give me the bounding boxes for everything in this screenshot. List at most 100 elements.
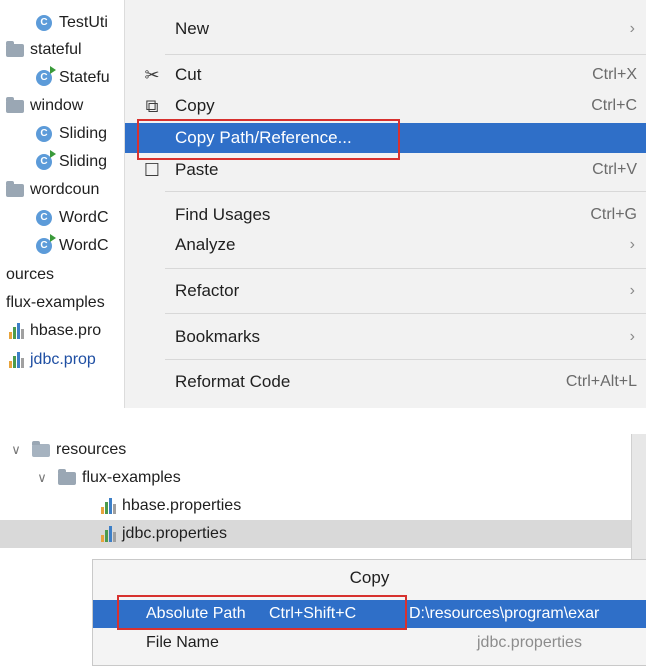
option-label: File Name xyxy=(146,634,219,651)
tree-item-window[interactable]: window xyxy=(6,92,83,120)
menu-item-shortcut: Ctrl+Alt+L xyxy=(565,373,637,390)
project-tree-top: C TestUti stateful C Statefu window C Sl… xyxy=(0,0,124,408)
vertical-scrollbar[interactable] xyxy=(631,434,646,564)
tree-item-wordcount-2[interactable]: C WordC xyxy=(36,232,109,260)
submenu-arrow-icon: › xyxy=(629,328,635,345)
tree-item-label: Sliding xyxy=(59,125,108,142)
menu-item-copy-path-reference[interactable]: Copy Path/Reference... xyxy=(125,123,646,153)
context-menu: New › ✂ Cut Ctrl+X ⧉ Copy Ctrl+C Copy Pa… xyxy=(124,0,646,408)
tree-item-label: Sliding xyxy=(59,153,108,170)
tree-item-label: TestUti xyxy=(59,14,108,31)
tree-item-resources[interactable]: ∨ resources xyxy=(8,436,126,464)
popup-title: Copy xyxy=(349,568,390,587)
runnable-class-icon: C xyxy=(36,234,56,254)
tree-item-flux-examples[interactable]: ∨ flux-examples xyxy=(34,464,181,492)
tree-item-wordcount-1[interactable]: C WordC xyxy=(36,204,109,232)
option-value: D:\resources\program\exar xyxy=(409,605,600,622)
tree-item-jdbc-properties[interactable]: jdbc.properties xyxy=(0,520,631,548)
tree-item-label: resources xyxy=(56,441,127,458)
copy-option-file-name[interactable]: File Name jdbc.properties xyxy=(93,629,646,657)
top-screenshot-panel: C TestUti stateful C Statefu window C Sl… xyxy=(0,0,646,408)
chevron-down-icon: ∨ xyxy=(37,470,47,485)
folder-icon xyxy=(6,40,24,57)
menu-item-shortcut: Ctrl+C xyxy=(591,97,637,114)
submenu-arrow-icon: › xyxy=(629,236,635,253)
properties-file-icon xyxy=(100,498,118,514)
bottom-screenshot-panel: ∨ resources ∨ flux-examples hbase.proper… xyxy=(0,408,646,666)
class-icon: C xyxy=(36,210,52,226)
menu-separator xyxy=(165,313,646,314)
tree-item-label: WordC xyxy=(59,209,109,226)
runnable-class-icon: C xyxy=(36,150,56,170)
menu-item-analyze[interactable]: Analyze › xyxy=(125,230,646,260)
tree-item-label: wordcoun xyxy=(30,181,100,198)
tree-item-label: ources xyxy=(6,266,55,283)
tree-item-sliding-2[interactable]: C Sliding xyxy=(36,148,107,176)
menu-item-refactor[interactable]: Refactor › xyxy=(125,276,646,306)
menu-separator xyxy=(165,191,646,192)
menu-separator xyxy=(165,54,646,55)
tree-item-resources[interactable]: ources xyxy=(6,261,54,289)
tree-item-label: hbase.pro xyxy=(30,322,102,339)
class-icon: C xyxy=(36,126,52,142)
menu-item-label: Paste xyxy=(175,160,219,179)
menu-item-label: Find Usages xyxy=(175,205,271,224)
menu-item-cut[interactable]: ✂ Cut Ctrl+X xyxy=(125,60,646,90)
tree-item-label: stateful xyxy=(30,41,82,58)
option-label: Absolute Path xyxy=(146,605,246,622)
properties-file-icon xyxy=(8,323,26,339)
tree-item-testutil[interactable]: C TestUti xyxy=(36,9,108,37)
option-shortcut: Ctrl+Shift+C xyxy=(269,605,357,622)
scissors-icon: ✂ xyxy=(144,64,160,85)
folder-icon xyxy=(6,180,24,197)
tree-item-jdbc-properties[interactable]: jdbc.prop xyxy=(8,346,96,374)
tree-item-label: WordC xyxy=(59,237,109,254)
menu-separator xyxy=(165,359,646,360)
menu-item-label: Reformat Code xyxy=(175,372,291,391)
menu-item-shortcut: Ctrl+V xyxy=(592,161,637,178)
menu-item-label: New xyxy=(175,19,210,38)
option-value: jdbc.properties xyxy=(477,634,582,651)
menu-item-bookmarks[interactable]: Bookmarks › xyxy=(125,322,646,352)
copy-icon: ⧉ xyxy=(145,95,159,116)
menu-item-new[interactable]: New › xyxy=(125,14,646,44)
resources-folder-icon xyxy=(32,440,50,457)
menu-item-label: Bookmarks xyxy=(175,327,261,346)
tree-item-label: jdbc.prop xyxy=(30,351,96,368)
menu-item-label: Refactor xyxy=(175,281,240,300)
tree-item-stateful-class[interactable]: C Statefu xyxy=(36,64,110,92)
menu-item-label: Copy xyxy=(175,96,215,115)
menu-item-paste[interactable]: ☐ Paste Ctrl+V xyxy=(125,155,646,185)
menu-item-reformat-code[interactable]: Reformat Code Ctrl+Alt+L xyxy=(125,367,646,397)
copy-option-absolute-path[interactable]: Absolute Path Ctrl+Shift+C D:\resources\… xyxy=(93,600,646,628)
menu-item-find-usages[interactable]: Find Usages Ctrl+G xyxy=(125,200,646,230)
class-icon: C xyxy=(36,15,52,31)
clipboard-icon: ☐ xyxy=(143,159,161,180)
tree-item-label: flux-examples xyxy=(6,294,105,311)
tree-item-sliding-1[interactable]: C Sliding xyxy=(36,120,107,148)
menu-item-shortcut: Ctrl+X xyxy=(592,66,637,83)
tree-item-stateful[interactable]: stateful xyxy=(6,36,82,64)
submenu-arrow-icon: › xyxy=(629,282,635,299)
menu-separator xyxy=(165,268,646,269)
tree-item-hbase-properties[interactable]: hbase.properties xyxy=(100,492,241,520)
menu-item-copy[interactable]: ⧉ Copy Ctrl+C xyxy=(125,91,646,121)
menu-item-shortcut: Ctrl+G xyxy=(590,206,637,223)
tree-item-label: flux-examples xyxy=(82,469,181,486)
folder-icon xyxy=(58,468,76,485)
runnable-class-icon: C xyxy=(36,66,56,86)
tree-item-wordcount[interactable]: wordcoun xyxy=(6,176,99,204)
tree-item-flux-examples[interactable]: flux-examples xyxy=(6,289,105,317)
copy-popup: Copy Absolute Path Ctrl+Shift+C D:\resou… xyxy=(92,559,646,666)
tree-item-label: window xyxy=(30,97,84,114)
tree-item-hbase-properties[interactable]: hbase.pro xyxy=(8,317,101,345)
chevron-down-icon: ∨ xyxy=(11,442,21,457)
tree-item-label: hbase.properties xyxy=(122,497,242,514)
properties-file-icon xyxy=(100,526,118,542)
folder-icon xyxy=(6,96,24,113)
tree-item-label: Statefu xyxy=(59,69,110,86)
tree-item-label: jdbc.properties xyxy=(122,525,227,542)
properties-file-icon xyxy=(8,352,26,368)
menu-item-label: Cut xyxy=(175,65,202,84)
menu-item-label: Copy Path/Reference... xyxy=(175,128,352,147)
